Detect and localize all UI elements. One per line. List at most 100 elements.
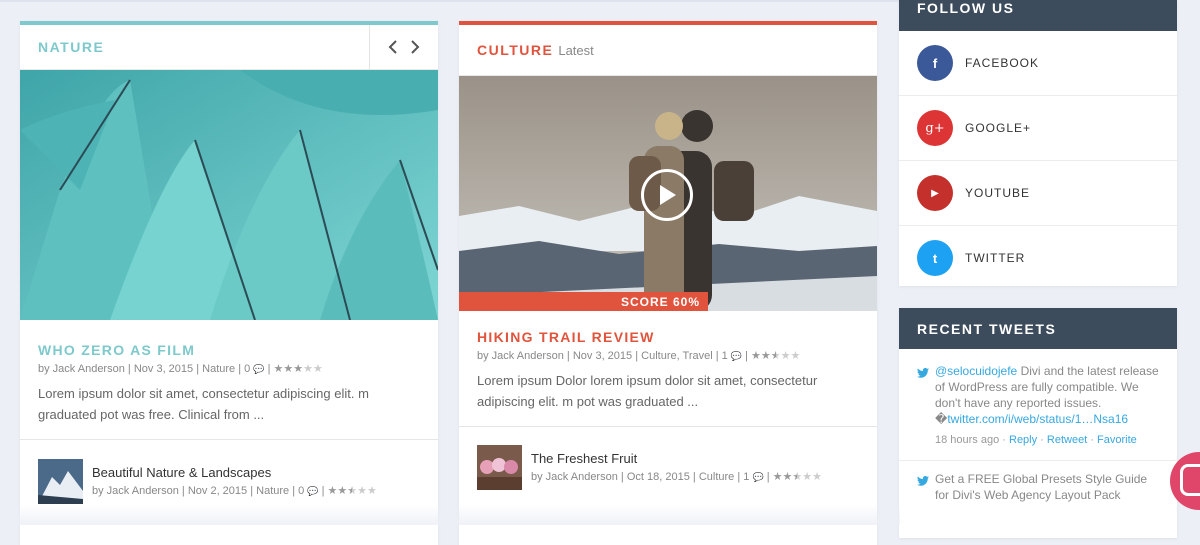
mini-post-meta: by Jack Anderson | Nov 2, 2015 | Nature …	[92, 485, 377, 497]
star-icon: ★	[770, 350, 781, 362]
social-label: GOOGLE+	[965, 121, 1032, 135]
mini-post-thumbnail[interactable]	[38, 458, 83, 504]
score-label: SCORE 60%	[620, 294, 700, 309]
star-icon: ★	[772, 471, 783, 483]
post-date: Nov 3, 2015	[572, 350, 633, 362]
star-icon: ★	[802, 471, 813, 483]
social-twitter[interactable]: t TWITTER	[899, 226, 1177, 286]
bottom-fade	[0, 505, 900, 525]
rating-stars: ★★★★★	[773, 471, 822, 483]
star-icon: ★	[337, 485, 348, 497]
recent-tweets-widget: RECENT TWEETS @selocuidojefe Divi and th…	[899, 308, 1177, 538]
tweet-footer: 18 hours ago · Reply · Retweet · Favorit…	[935, 434, 1137, 446]
star-icon: ★	[790, 350, 801, 362]
comment-icon: 💬	[307, 486, 319, 496]
tweet-status-link[interactable]: twitter.com/i/web/status/1…Nsa16	[947, 412, 1128, 426]
culture-subtitle: Latest	[558, 42, 594, 58]
facebook-icon: f	[917, 45, 953, 81]
culture-category-title[interactable]: CULTURE	[459, 42, 553, 58]
social-googleplus[interactable]: g+ GOOGLE+	[899, 96, 1177, 161]
nature-post-image[interactable]	[20, 70, 438, 320]
tweet-handle-link[interactable]: @selocuidojefe	[935, 364, 1017, 378]
star-icon: ★	[780, 350, 791, 362]
nature-card: NATURE WHO ZERO AS FILM by Jack Anderson…	[20, 21, 438, 545]
video-thumbnail[interactable]: SCORE 60%	[459, 76, 877, 311]
favorite-link[interactable]: Favorite	[1097, 434, 1137, 446]
culture-card-header: CULTURE Latest	[459, 25, 877, 76]
top-divider	[0, 0, 900, 2]
star-icon: ★	[283, 363, 294, 375]
comment-icon: 💬	[253, 364, 265, 374]
star-icon: ★	[313, 363, 323, 375]
tweet-time: 18 hours ago	[935, 434, 1000, 446]
mini-post-category[interactable]: Culture	[699, 471, 734, 483]
social-youtube[interactable]: ▶ YOUTUBE	[899, 161, 1177, 226]
star-icon: ★	[782, 471, 793, 483]
widget-title: FOLLOW US	[899, 0, 1177, 31]
tweet-item: @selocuidojefe Divi and the latest relea…	[899, 349, 1177, 448]
post-excerpt: Lorem ipsum Dolor lorem ipsum dolor sit …	[477, 373, 818, 409]
follow-us-widget: FOLLOW US f FACEBOOK g+ GOOGLE+ ▶ YOUTUB…	[899, 0, 1177, 286]
twitter-bird-icon	[917, 471, 935, 503]
mini-post-meta: by Jack Anderson | Oct 18, 2015 | Cultur…	[531, 471, 823, 483]
googleplus-icon: g+	[917, 110, 953, 146]
social-label: FACEBOOK	[965, 56, 1040, 70]
star-icon: ★	[303, 363, 314, 375]
nature-card-header: NATURE	[20, 25, 438, 70]
mini-comment-count[interactable]: 0	[298, 485, 304, 497]
star-icon: ★	[812, 471, 823, 483]
post-excerpt: Lorem ipsum dolor sit amet, consectetur …	[38, 386, 369, 422]
star-icon: ★	[751, 350, 761, 362]
rating-stars: ★★★★★	[751, 350, 800, 362]
retweet-link[interactable]: Retweet	[1047, 434, 1087, 446]
mini-post-date: Nov 2, 2015	[187, 485, 248, 497]
star-icon: ★	[293, 363, 304, 375]
youtube-icon: ▶	[917, 175, 953, 211]
chevron-left-icon[interactable]	[387, 39, 399, 55]
post-title[interactable]: HIKING TRAIL REVIEW	[459, 329, 877, 345]
post-date: Nov 3, 2015	[133, 363, 194, 375]
chevron-right-icon[interactable]	[409, 39, 421, 55]
mini-post-title[interactable]: Beautiful Nature & Landscapes	[92, 465, 377, 480]
play-icon[interactable]	[641, 169, 693, 221]
rating-stars: ★★★★★	[328, 485, 377, 497]
chat-icon	[1180, 464, 1200, 496]
post-title[interactable]: WHO ZERO AS FILM	[20, 342, 438, 358]
post-category[interactable]: Nature	[202, 363, 235, 375]
comment-icon: 💬	[730, 351, 743, 361]
social-facebook[interactable]: f FACEBOOK	[899, 31, 1177, 96]
star-icon: ★	[760, 350, 771, 362]
twitter-icon: t	[917, 240, 953, 276]
star-icon: ★	[273, 363, 284, 375]
culture-card: CULTURE Latest SCORE 60% HIKING TRAIL RE…	[459, 21, 877, 545]
comment-count[interactable]: 0	[244, 363, 250, 375]
score-bar: SCORE 60%	[459, 292, 708, 311]
post-meta: by Jack Anderson | Nov 3, 2015 | Nature …	[38, 363, 323, 375]
mini-post-title[interactable]: The Freshest Fruit	[531, 451, 822, 466]
mini-post-author[interactable]: by Jack Anderson	[92, 485, 179, 497]
rating-stars: ★★★★★	[274, 363, 323, 375]
star-icon: ★	[357, 485, 368, 497]
star-icon: ★	[327, 485, 338, 497]
twitter-bird-icon	[917, 363, 935, 448]
star-icon: ★	[367, 485, 377, 497]
list-item[interactable]: The Freshest Fruit by Jack Anderson | Oc…	[459, 426, 877, 507]
tweet-item: Get a FREE Global Presets Style Guide fo…	[899, 461, 1177, 503]
mini-post-category[interactable]: Nature	[256, 485, 289, 497]
comment-count[interactable]: 1	[722, 350, 728, 362]
star-icon: ★	[347, 485, 358, 497]
post-author[interactable]: by Jack Anderson	[38, 363, 125, 375]
post-category[interactable]: Culture, Travel	[641, 350, 713, 362]
carousel-nav	[369, 25, 438, 69]
tweet-text: Get a FREE Global Presets Style Guide fo…	[935, 472, 1148, 502]
mini-post-date: Oct 18, 2015	[626, 471, 690, 483]
post-meta: by Jack Anderson | Nov 3, 2015 | Culture…	[477, 350, 801, 362]
nature-category-title[interactable]: NATURE	[20, 39, 104, 55]
social-label: TWITTER	[965, 251, 1026, 265]
reply-link[interactable]: Reply	[1009, 434, 1037, 446]
social-label: YOUTUBE	[965, 186, 1031, 200]
mini-comment-count[interactable]: 1	[743, 471, 749, 483]
post-author[interactable]: by Jack Anderson	[477, 350, 564, 362]
mini-post-thumbnail[interactable]	[477, 444, 522, 490]
mini-post-author[interactable]: by Jack Anderson	[531, 471, 618, 483]
